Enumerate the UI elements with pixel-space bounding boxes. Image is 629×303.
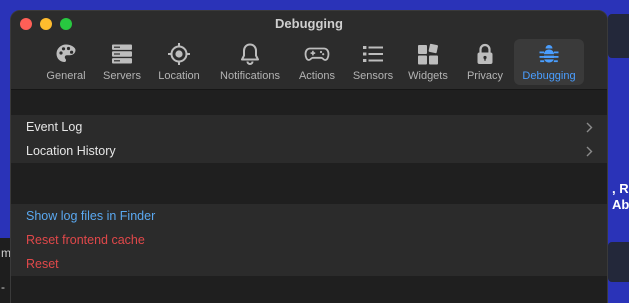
reset-frontend-cache-button[interactable]: Reset frontend cache	[11, 228, 607, 252]
row-label: Location History	[26, 144, 116, 158]
tab-general[interactable]: General	[41, 39, 91, 85]
lock-icon	[472, 41, 498, 67]
debugging-pane: Event Log Location History Show log file…	[11, 91, 607, 303]
tab-label: General	[46, 70, 86, 82]
tab-label: Sensors	[352, 70, 394, 82]
list-icon	[360, 41, 386, 67]
bug-icon	[536, 41, 562, 67]
tab-label: Privacy	[466, 70, 504, 82]
tab-debugging[interactable]: Debugging	[514, 39, 584, 85]
location-history-row[interactable]: Location History	[11, 139, 607, 163]
background-window-fragment	[608, 14, 629, 58]
chevron-right-icon	[586, 139, 593, 163]
chevron-right-icon	[586, 115, 593, 139]
tab-label: Actions	[298, 70, 336, 82]
tab-location[interactable]: Location	[154, 39, 204, 85]
preferences-window: Debugging General Servers Location Notif…	[10, 10, 608, 303]
row-label: Event Log	[26, 120, 83, 134]
background-text-fragment: , Ri Ab	[612, 181, 629, 212]
server-icon	[109, 41, 135, 67]
tab-label: Debugging	[522, 70, 576, 82]
tab-label: Notifications	[220, 70, 280, 82]
tab-label: Widgets	[408, 70, 448, 82]
palette-icon	[53, 41, 79, 67]
reset-button[interactable]: Reset	[11, 252, 607, 276]
preferences-toolbar: General Servers Location Notifications A…	[11, 39, 607, 85]
location-crosshair-icon	[166, 41, 192, 67]
tab-servers[interactable]: Servers	[100, 39, 144, 85]
event-log-row[interactable]: Event Log	[11, 115, 607, 139]
background-text-fragment: -	[1, 280, 5, 294]
tab-notifications[interactable]: Notifications	[212, 39, 288, 85]
tab-label: Location	[158, 70, 200, 82]
actions-group: Show log files in Finder Reset frontend …	[11, 204, 607, 276]
widgets-icon	[415, 41, 441, 67]
logs-group: Event Log Location History	[11, 115, 607, 163]
tab-label: Servers	[103, 70, 141, 82]
tab-widgets[interactable]: Widgets	[404, 39, 452, 85]
tab-sensors[interactable]: Sensors	[348, 39, 398, 85]
background-window-fragment	[608, 242, 629, 282]
window-title: Debugging	[275, 16, 343, 31]
bell-icon	[237, 41, 263, 67]
show-log-files-button[interactable]: Show log files in Finder	[11, 204, 607, 228]
tab-actions[interactable]: Actions	[294, 39, 340, 85]
tab-privacy[interactable]: Privacy	[461, 39, 509, 85]
gamepad-icon	[304, 41, 330, 67]
title-bar: Debugging General Servers Location Notif…	[11, 11, 607, 90]
